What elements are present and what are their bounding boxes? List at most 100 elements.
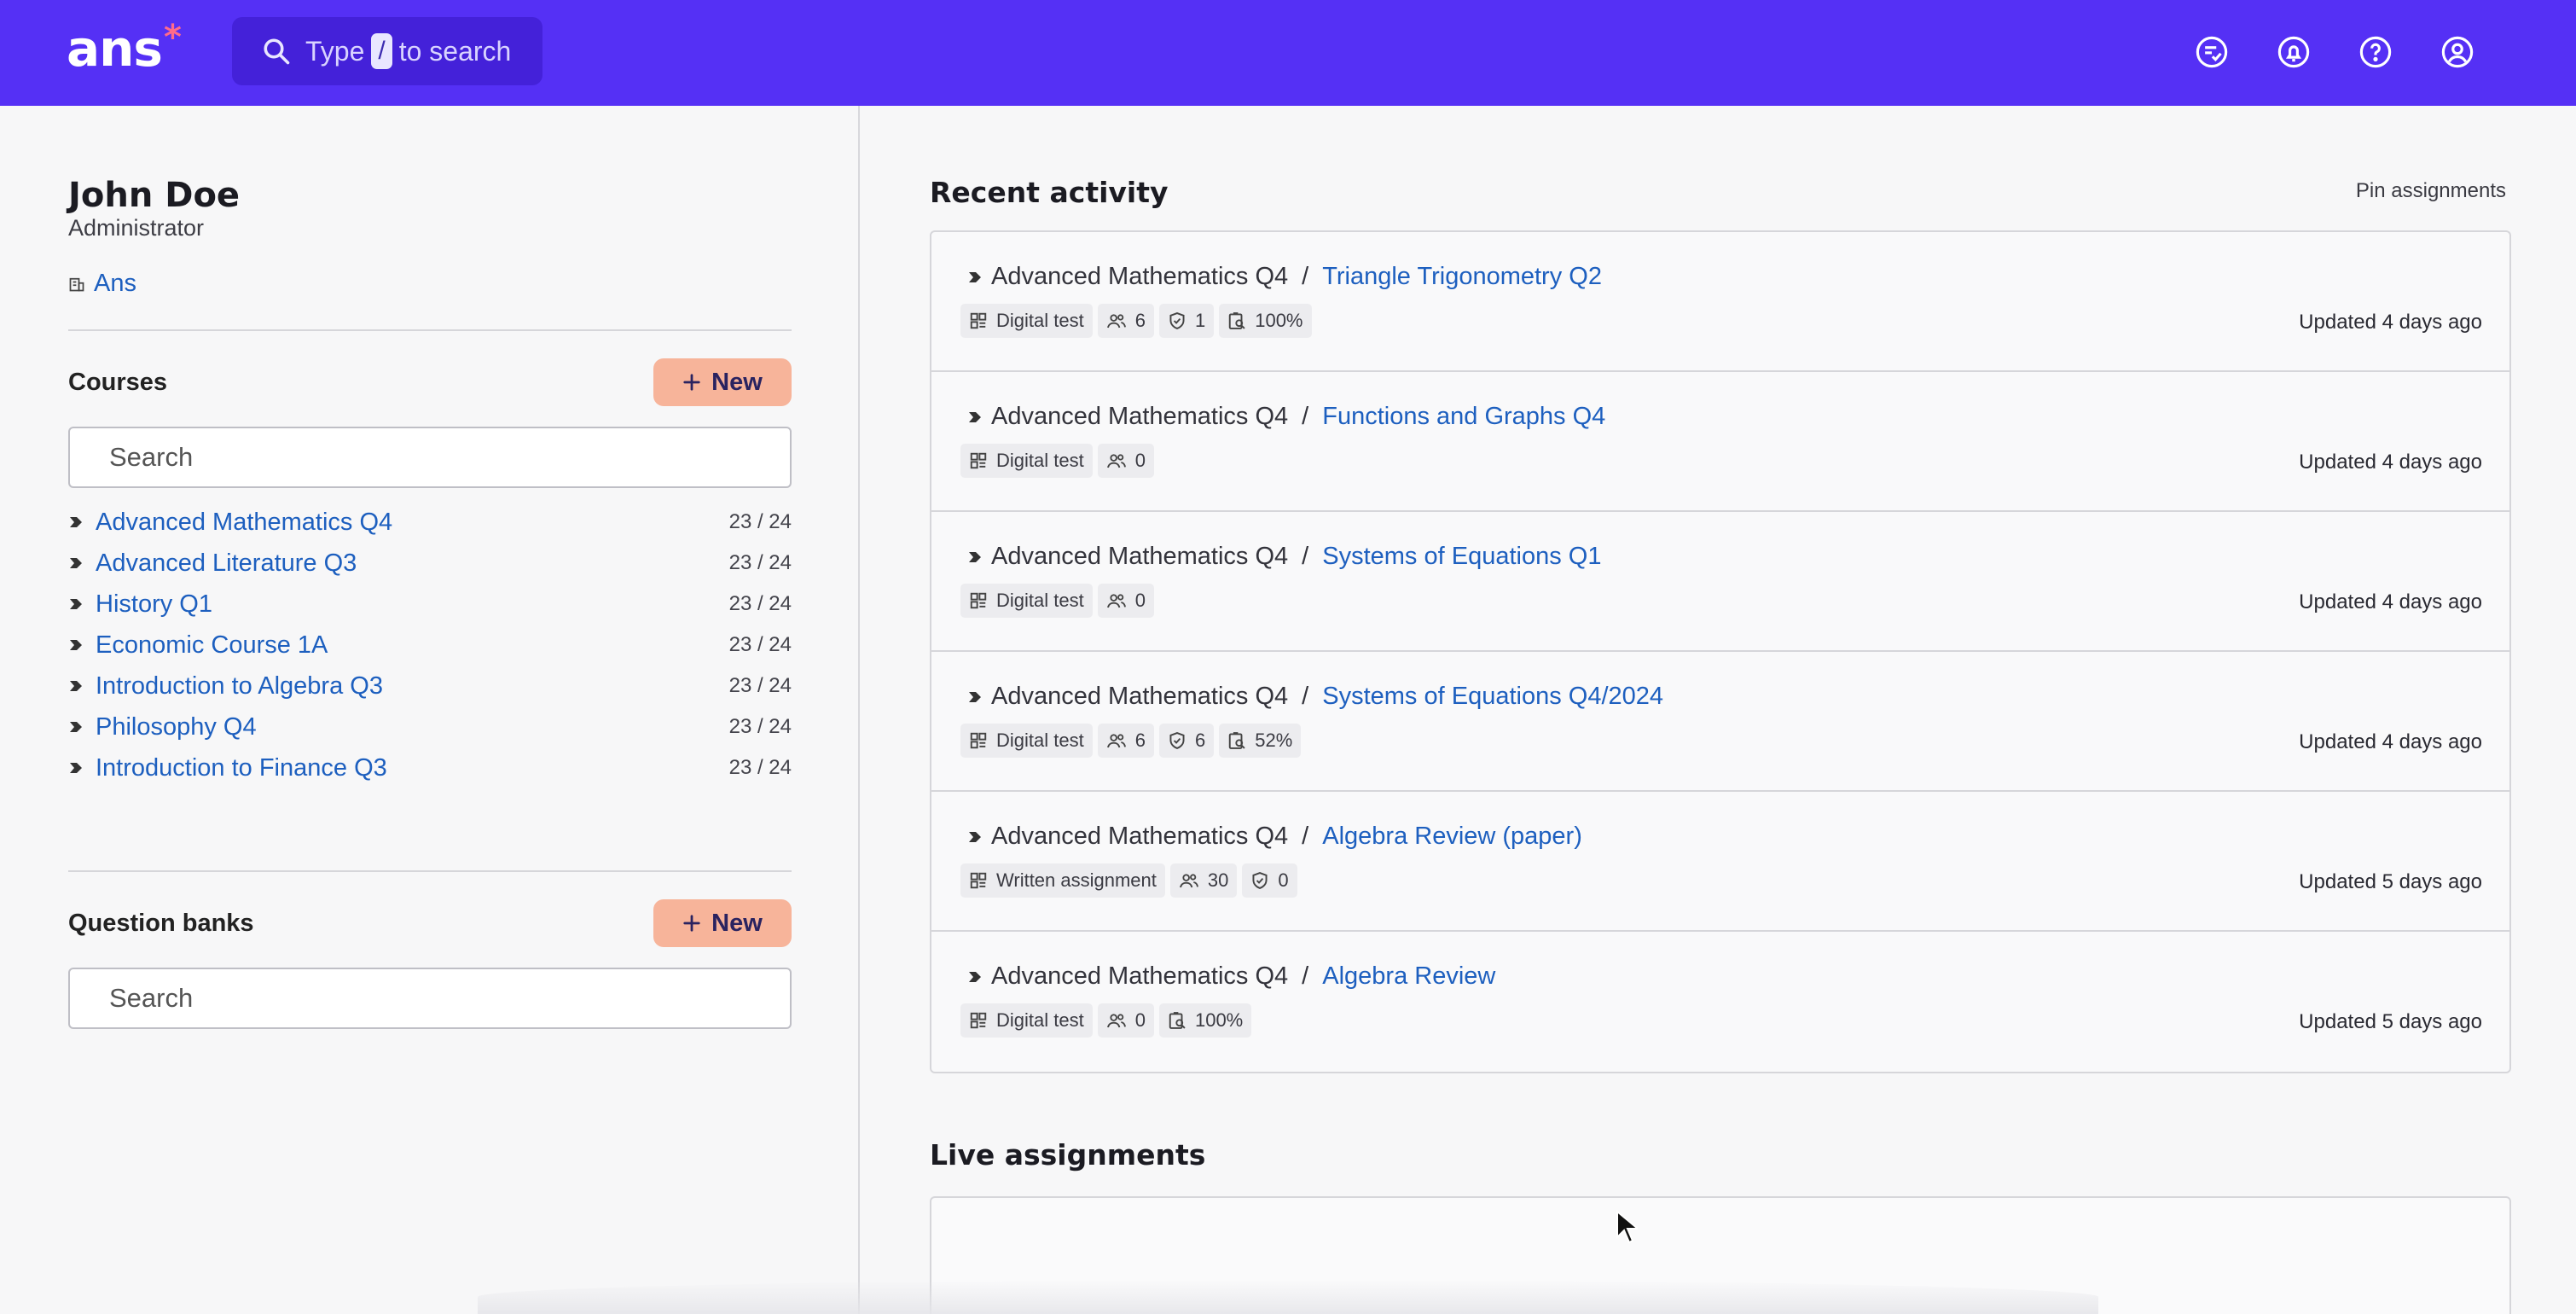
course-link[interactable]: Advanced Mathematics Q4	[96, 509, 729, 537]
recent-activity-title: Recent activity	[930, 176, 1169, 209]
assignment-type-tag: Digital test	[960, 724, 1093, 758]
activity-course: Advanced Mathematics Q4	[991, 543, 1289, 570]
course-item[interactable]: History Q1 23 / 24	[68, 584, 792, 625]
activity-title: Advanced Mathematics Q4 / Algebra Review	[967, 962, 1495, 991]
course-link[interactable]: Introduction to Finance Q3	[96, 754, 729, 782]
reviewed-tag: 52%	[1219, 724, 1302, 758]
reviewed-tag: 100%	[1158, 1003, 1252, 1038]
mouse-cursor-icon	[1616, 1210, 1638, 1244]
activity-updated: Updated 4 days ago	[2299, 730, 2482, 753]
new-question-bank-button[interactable]: New	[653, 899, 792, 947]
course-list: Advanced Mathematics Q4 23 / 24 Advanced…	[68, 502, 792, 788]
course-icon	[70, 517, 82, 527]
new-question-bank-label: New	[711, 909, 763, 937]
activity-assignment-link[interactable]: Algebra Review (paper)	[1322, 823, 1582, 851]
activity-assignment-link[interactable]: Functions and Graphs Q4	[1322, 403, 1605, 431]
activity-row[interactable]: Advanced Mathematics Q4 / Systems of Equat…	[931, 512, 2509, 652]
course-link[interactable]: Introduction to Algebra Q3	[96, 672, 729, 701]
activity-course: Advanced Mathematics Q4	[991, 962, 1289, 990]
search-shortcut-key: /	[371, 33, 392, 69]
activity-title: Advanced Mathematics Q4 / Systems of Equat…	[967, 543, 1601, 571]
activity-row[interactable]: Advanced Mathematics Q4 / Functions and Gr…	[931, 372, 2509, 512]
submitted-icon	[1252, 872, 1268, 889]
messages-icon[interactable]	[2192, 32, 2231, 72]
course-icon	[969, 691, 981, 702]
activity-row[interactable]: Advanced Mathematics Q4 / Algebra Review Di…	[931, 932, 2509, 1072]
activity-assignment-link[interactable]: Algebra Review	[1322, 962, 1495, 991]
course-icon	[969, 551, 981, 562]
activity-tags: Digital test 0	[960, 444, 1154, 478]
activity-tags: Digital test 0 100%	[960, 1003, 1252, 1038]
activity-title: Advanced Mathematics Q4 / Algebra Review (…	[967, 823, 1582, 851]
global-search[interactable]: Type / to search	[232, 17, 542, 85]
course-icon	[70, 558, 82, 568]
main-content: Recent activity Pin assignments Advanced…	[862, 106, 2576, 1314]
sidebar: John Doe Administrator Ans Courses New S…	[0, 106, 860, 1314]
assignment-type-tag: Written assignment	[960, 863, 1165, 898]
activity-assignment-link[interactable]: Systems of Equations Q4/2024	[1322, 683, 1663, 711]
course-link[interactable]: Advanced Literature Q3	[96, 549, 729, 578]
pin-assignments-link[interactable]: Pin assignments	[2356, 179, 2506, 203]
activity-assignment-link[interactable]: Systems of Equations Q1	[1322, 543, 1601, 571]
course-icon	[70, 722, 82, 732]
breadcrumb-separator: /	[1302, 683, 1309, 710]
recent-activity-list: Advanced Mathematics Q4 / Triangle Trigono…	[930, 230, 2511, 1073]
question-bank-search-input[interactable]: Search	[68, 968, 792, 1029]
search-prefix: Type	[305, 35, 365, 67]
activity-row[interactable]: Advanced Mathematics Q4 / Systems of Equat…	[931, 652, 2509, 792]
course-link[interactable]: Philosophy Q4	[96, 713, 729, 741]
course-item[interactable]: Economic Course 1A 23 / 24	[68, 625, 792, 666]
organization: Ans	[68, 270, 136, 298]
activity-course: Advanced Mathematics Q4	[991, 683, 1289, 710]
reviewed-icon	[1169, 1012, 1186, 1029]
course-item[interactable]: Philosophy Q4 23 / 24	[68, 706, 792, 747]
course-item[interactable]: Introduction to Finance Q3 23 / 24	[68, 747, 792, 788]
breadcrumb-separator: /	[1302, 823, 1309, 850]
course-link[interactable]: Economic Course 1A	[96, 631, 729, 660]
logo-text: ans	[67, 20, 163, 78]
live-assignments-title: Live assignments	[930, 1138, 1206, 1172]
activity-row[interactable]: Advanced Mathematics Q4 / Triangle Trigono…	[931, 232, 2509, 372]
activity-course: Advanced Mathematics Q4	[991, 823, 1289, 850]
new-course-button[interactable]: New	[653, 358, 792, 406]
help-icon[interactable]	[2356, 32, 2395, 72]
header-actions	[2192, 32, 2477, 72]
course-count: 23 / 24	[728, 592, 792, 615]
course-link[interactable]: History Q1	[96, 590, 729, 619]
organization-link[interactable]: Ans	[94, 270, 136, 298]
activity-tags: Digital test 0	[960, 584, 1154, 618]
course-icon	[70, 640, 82, 650]
activity-row[interactable]: Advanced Mathematics Q4 / Algebra Review (…	[931, 792, 2509, 932]
account-icon[interactable]	[2438, 32, 2477, 72]
building-icon	[69, 277, 84, 291]
assignment-type-tag: Digital test	[960, 584, 1093, 618]
new-course-label: New	[711, 368, 763, 396]
logo[interactable]: ans*	[67, 18, 182, 84]
notifications-icon[interactable]	[2274, 32, 2313, 72]
course-item[interactable]: Advanced Literature Q3 23 / 24	[68, 543, 792, 584]
activity-updated: Updated 4 days ago	[2299, 311, 2482, 334]
submitted-icon	[1169, 312, 1185, 329]
course-item[interactable]: Introduction to Algebra Q3 23 / 24	[68, 666, 792, 706]
course-search-input[interactable]: Search	[68, 427, 792, 488]
bottom-fade	[478, 1280, 2098, 1314]
breadcrumb-separator: /	[1302, 962, 1309, 990]
test-type-icon	[970, 312, 987, 329]
activity-title: Advanced Mathematics Q4 / Systems of Equat…	[967, 683, 1663, 711]
plus-icon	[683, 915, 700, 932]
activity-tags: Digital test 6 1 100%	[960, 304, 1312, 338]
course-count: 23 / 24	[728, 633, 792, 656]
students-icon	[1106, 454, 1126, 468]
activity-assignment-link[interactable]: Triangle Trigonometry Q2	[1322, 263, 1602, 291]
search-suffix: to search	[398, 35, 512, 67]
students-tag: 0	[1097, 584, 1154, 618]
students-tag: 6	[1097, 304, 1154, 338]
assignment-type-tag: Digital test	[960, 1003, 1093, 1038]
activity-course: Advanced Mathematics Q4	[991, 403, 1289, 430]
activity-tags: Written assignment 30 0	[960, 863, 1297, 898]
logo-mark: *	[163, 18, 182, 57]
divider	[68, 329, 792, 331]
course-icon	[70, 599, 82, 609]
test-type-icon	[970, 452, 987, 469]
course-item[interactable]: Advanced Mathematics Q4 23 / 24	[68, 502, 792, 543]
